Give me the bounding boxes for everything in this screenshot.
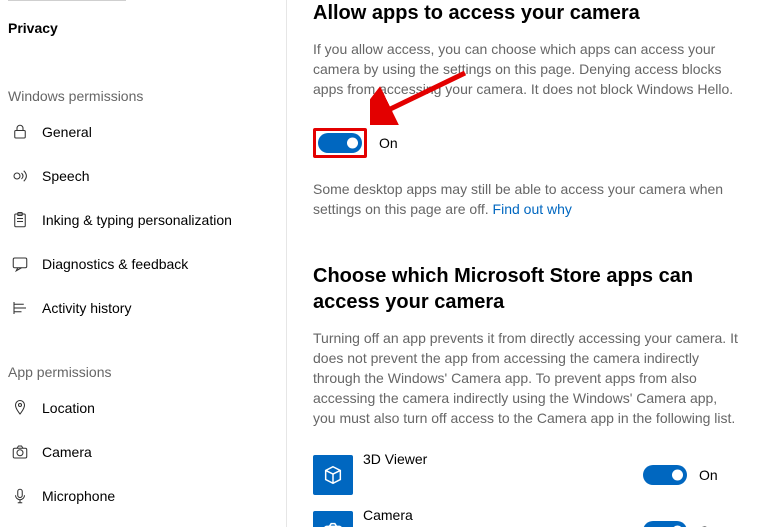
location-icon [10, 398, 30, 418]
app-name: Camera [363, 507, 643, 523]
camera-access-toggle-row: On [313, 128, 743, 158]
feedback-icon [10, 254, 30, 274]
sidebar-item-general[interactable]: General [0, 110, 286, 154]
nav-list-windows: General Speech Inking & typing personali… [0, 110, 286, 330]
app-toggle-camera[interactable] [643, 521, 687, 527]
sidebar-item-camera[interactable]: Camera [0, 430, 286, 474]
app-toggle-label: On [699, 523, 718, 527]
app-name: 3D Viewer [363, 451, 643, 467]
camera-access-toggle-label: On [379, 135, 398, 151]
sidebar-item-label: Camera [42, 444, 92, 460]
desc-allow-apps: If you allow access, you can choose whic… [313, 40, 743, 100]
sidebar-item-label: Location [42, 400, 95, 416]
sidebar-item-microphone[interactable]: Microphone [0, 474, 286, 518]
3d-viewer-icon [313, 455, 353, 495]
sidebar-item-label: Activity history [42, 300, 131, 316]
app-list: 3D Viewer On Camera On Cortana Off [313, 447, 743, 527]
sidebar-item-speech[interactable]: Speech [0, 154, 286, 198]
sidebar-item-label: Speech [42, 168, 89, 184]
speech-icon [10, 166, 30, 186]
app-toggle-label: On [699, 467, 718, 483]
sidebar-item-diagnostics[interactable]: Diagnostics & feedback [0, 242, 286, 286]
activity-icon [10, 298, 30, 318]
lock-icon [10, 122, 30, 142]
app-toggle-3d-viewer[interactable] [643, 465, 687, 485]
sidebar-item-location[interactable]: Location [0, 386, 286, 430]
heading-allow-apps: Allow apps to access your camera [313, 0, 743, 26]
clipboard-icon [10, 210, 30, 230]
sidebar-item-inking[interactable]: Inking & typing personalization [0, 198, 286, 242]
sidebar: Privacy Windows permissions General Spee… [0, 0, 287, 527]
sidebar-item-label: Microphone [42, 488, 115, 504]
sidebar-title: Privacy [0, 1, 286, 36]
camera-app-icon [313, 511, 353, 527]
sidebar-item-label: General [42, 124, 92, 140]
heading-choose-apps: Choose which Microsoft Store apps can ac… [313, 263, 743, 315]
content-pane: Allow apps to access your camera If you … [287, 0, 769, 527]
microphone-icon [10, 486, 30, 506]
camera-access-toggle[interactable] [318, 133, 362, 153]
app-row-3d-viewer: 3D Viewer On [313, 447, 743, 503]
sidebar-section-app: App permissions [0, 364, 286, 386]
find-out-why-link[interactable]: Find out why [493, 201, 572, 217]
camera-icon [10, 442, 30, 462]
desc-desktop-apps: Some desktop apps may still be able to a… [313, 180, 743, 220]
nav-list-app: Location Camera Microphone [0, 386, 286, 518]
desc-choose-apps: Turning off an app prevents it from dire… [313, 329, 743, 428]
sidebar-item-activity[interactable]: Activity history [0, 286, 286, 330]
sidebar-section-windows: Windows permissions [0, 88, 286, 110]
annotation-highlight [313, 128, 367, 158]
sidebar-item-label: Inking & typing personalization [42, 212, 232, 228]
app-row-camera: Camera On [313, 503, 743, 527]
sidebar-item-label: Diagnostics & feedback [42, 256, 188, 272]
